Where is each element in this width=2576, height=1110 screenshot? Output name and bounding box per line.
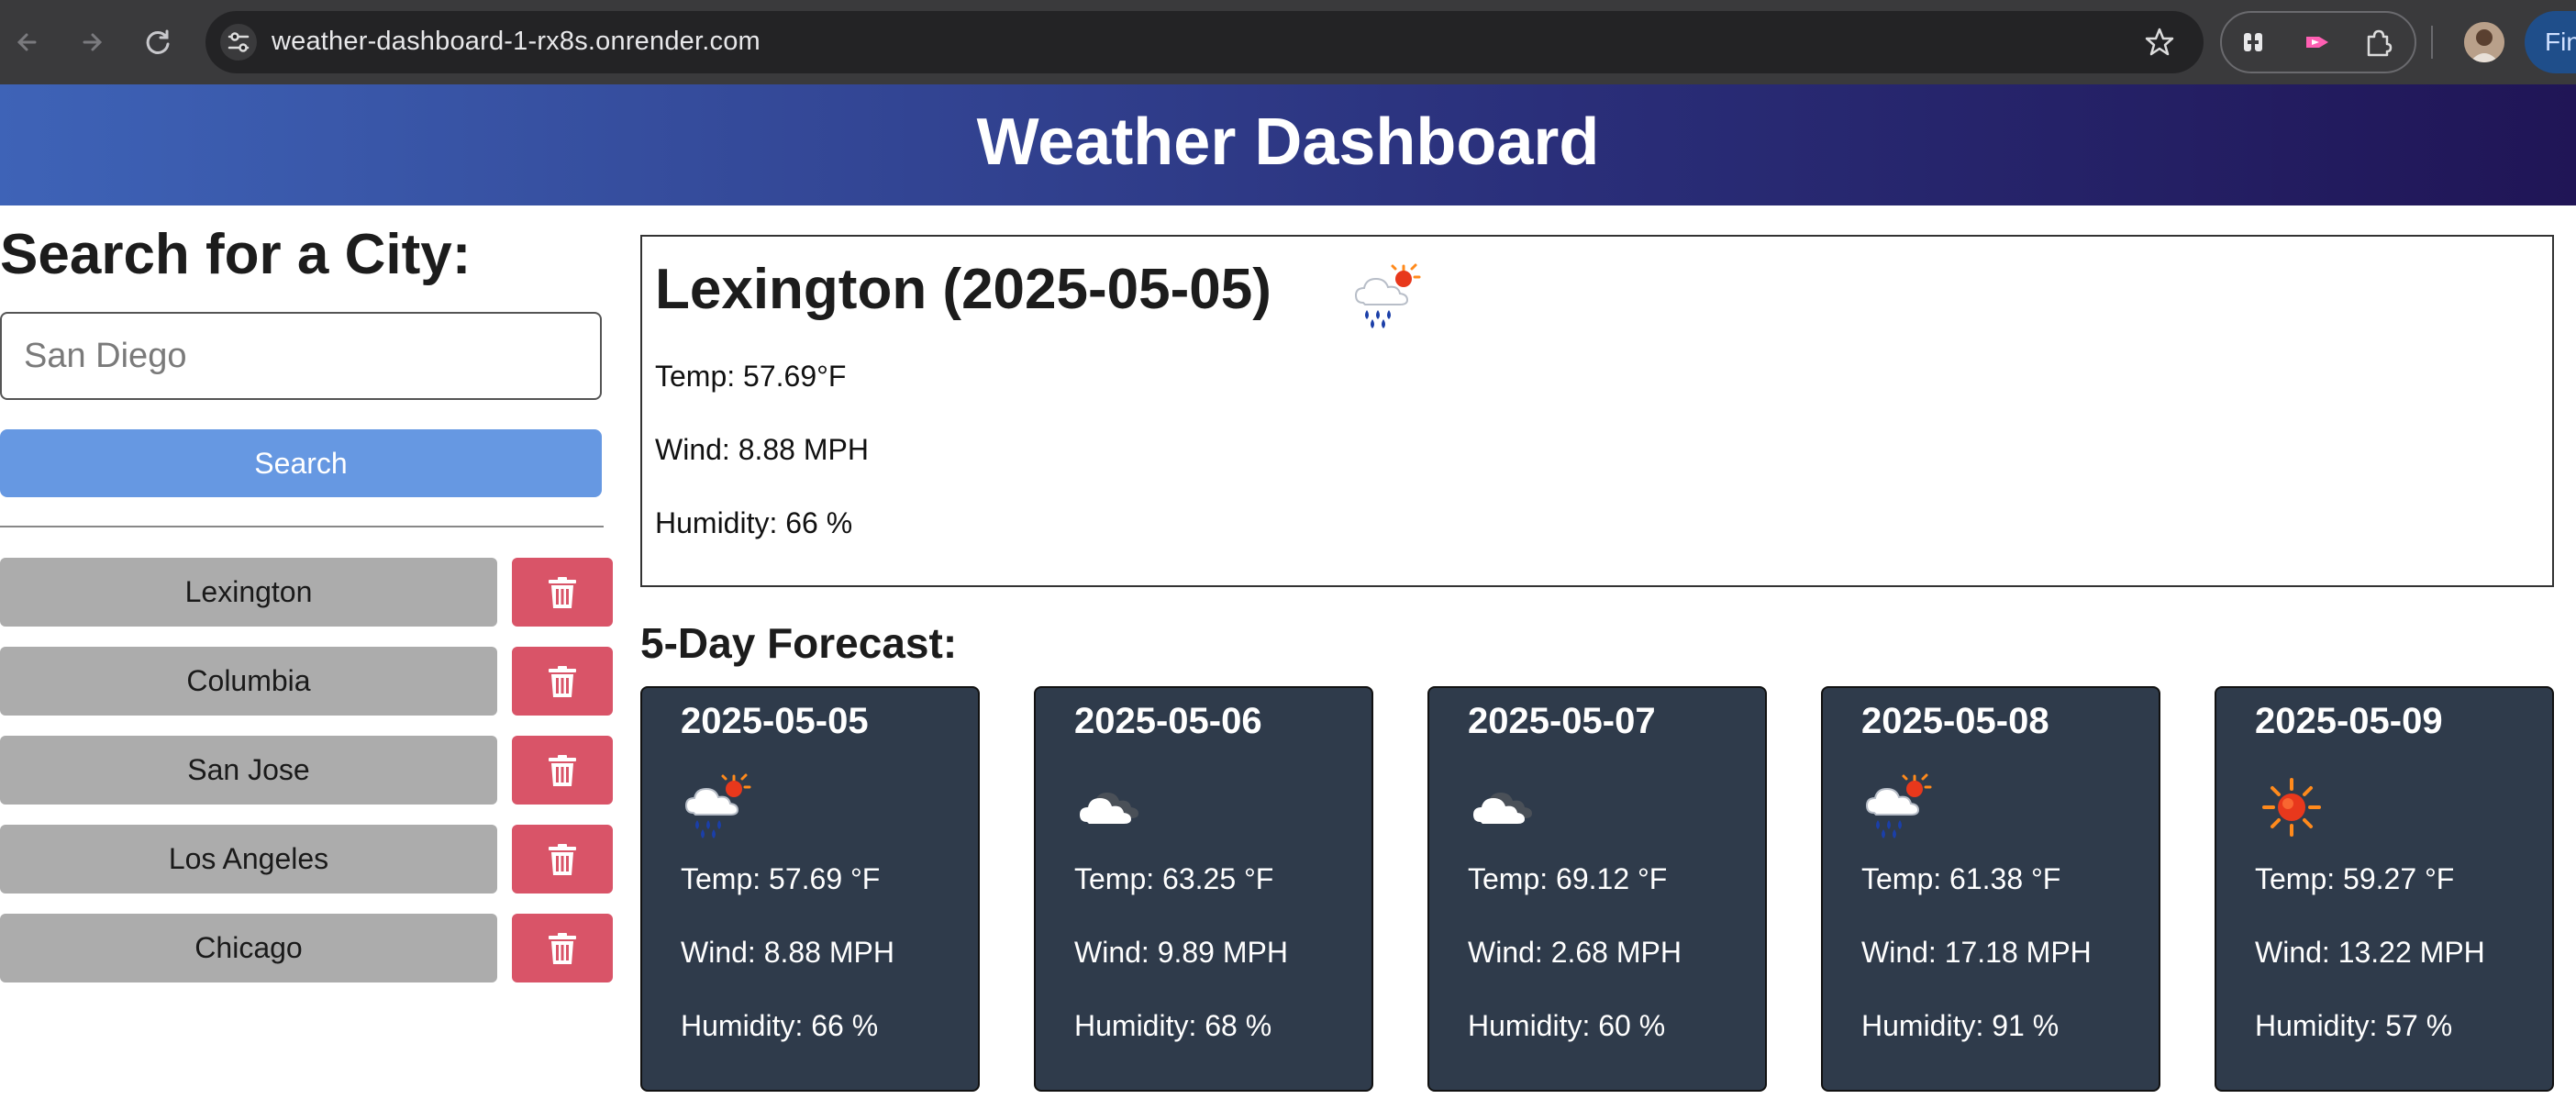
forecast-card: 2025-05-09 Temp: 59.27 °F Wind: 13.22 MP… xyxy=(2215,686,2554,1092)
history-item: Lexington xyxy=(0,558,613,647)
forecast-card: 2025-05-08 Temp: 61.38 °F Wind: 17.18 MP… xyxy=(1821,686,2160,1092)
trash-icon xyxy=(549,666,576,697)
reload-icon[interactable] xyxy=(139,24,176,61)
forecast-humidity: Humidity: 60 % xyxy=(1468,1009,1666,1042)
forecast-temp: Temp: 69.12 °F xyxy=(1468,862,1668,895)
trash-icon xyxy=(549,577,576,608)
sun-icon xyxy=(2255,771,2328,844)
search-history-list: Lexington Columbia San Jose Los Angeles … xyxy=(0,558,613,1003)
history-city-button[interactable]: Los Angeles xyxy=(0,825,497,894)
forecast-card: 2025-05-07 Temp: 69.12 °F Wind: 2.68 MPH… xyxy=(1427,686,1767,1092)
forward-arrow-icon[interactable] xyxy=(73,24,110,61)
search-button[interactable]: Search xyxy=(0,429,602,497)
history-city-button[interactable]: Chicago xyxy=(0,914,497,982)
forecast-date: 2025-05-06 xyxy=(1074,701,1262,741)
forecast-date: 2025-05-08 xyxy=(1861,701,2049,741)
forecast-humidity: Humidity: 66 % xyxy=(681,1009,879,1042)
history-item: Chicago xyxy=(0,914,613,1003)
address-bar[interactable]: weather-dashboard-1-rx8s.onrender.com xyxy=(205,11,2204,73)
delete-button[interactable] xyxy=(512,825,613,894)
forecast-humidity: Humidity: 57 % xyxy=(2255,1009,2453,1042)
extensions-group xyxy=(2220,11,2416,73)
history-city-button[interactable]: Columbia xyxy=(0,647,497,716)
delete-button[interactable] xyxy=(512,558,613,627)
history-item: Columbia xyxy=(0,647,613,736)
current-weather-panel: Lexington (2025-05-05) Temp: 57.69°F Win… xyxy=(640,235,2554,587)
app-header: Weather Dashboard xyxy=(0,84,2576,205)
forecast-humidity: Humidity: 68 % xyxy=(1074,1009,1272,1042)
current-temp: Temp: 57.69°F xyxy=(655,360,847,393)
trash-icon xyxy=(549,844,576,875)
rain-sun-icon xyxy=(681,771,754,844)
forecast-card: 2025-05-06 Temp: 63.25 °F Wind: 9.89 MPH… xyxy=(1034,686,1373,1092)
extensions-puzzle-icon[interactable] xyxy=(2359,24,2396,61)
avatar[interactable] xyxy=(2464,22,2504,62)
history-city-button[interactable]: San Jose xyxy=(0,736,497,805)
search-title: Search for a City: xyxy=(0,223,472,286)
forecast-temp: Temp: 57.69 °F xyxy=(681,862,881,895)
forecast-date: 2025-05-05 xyxy=(681,701,869,741)
history-item: San Jose xyxy=(0,736,613,825)
current-humidity: Humidity: 66 % xyxy=(655,506,853,539)
history-item: Los Angeles xyxy=(0,825,613,914)
bookmark-star-icon[interactable] xyxy=(2141,24,2178,61)
toolbar-separator xyxy=(2431,26,2433,59)
forecast-wind: Wind: 8.88 MPH xyxy=(681,936,894,969)
forecast-wind: Wind: 17.18 MPH xyxy=(1861,936,2092,969)
forecast-temp: Temp: 59.27 °F xyxy=(2255,862,2455,895)
extension-arrow-icon[interactable] xyxy=(2299,24,2336,61)
url-text[interactable]: weather-dashboard-1-rx8s.onrender.com xyxy=(272,27,761,57)
trash-icon xyxy=(549,933,576,964)
delete-button[interactable] xyxy=(512,914,613,982)
forecast-humidity: Humidity: 91 % xyxy=(1861,1009,2060,1042)
forecast-date: 2025-05-09 xyxy=(2255,701,2443,741)
cloud-icon xyxy=(1468,771,1541,844)
current-weather-title: Lexington (2025-05-05) xyxy=(655,258,1271,321)
trash-icon xyxy=(549,755,576,786)
forecast-wind: Wind: 9.89 MPH xyxy=(1074,936,1288,969)
delete-button[interactable] xyxy=(512,736,613,805)
back-arrow-icon[interactable] xyxy=(9,24,46,61)
city-search-input[interactable] xyxy=(0,312,602,400)
forecast-date: 2025-05-07 xyxy=(1468,701,1656,741)
extension-icon[interactable] xyxy=(2235,24,2271,61)
history-city-button[interactable]: Lexington xyxy=(0,558,497,627)
rain-sun-icon xyxy=(1350,261,1424,334)
divider xyxy=(0,526,604,527)
forecast-wind: Wind: 13.22 MPH xyxy=(2255,936,2485,969)
profile-button[interactable]: Fin xyxy=(2525,11,2576,73)
rain-sun-icon xyxy=(1861,771,1935,844)
forecast-cards: 2025-05-05 Temp: 57.69 °F Wind: 8.88 MPH… xyxy=(640,686,2554,1092)
delete-button[interactable] xyxy=(512,647,613,716)
cloud-icon xyxy=(1074,771,1148,844)
forecast-temp: Temp: 61.38 °F xyxy=(1861,862,2061,895)
forecast-temp: Temp: 63.25 °F xyxy=(1074,862,1274,895)
browser-toolbar: weather-dashboard-1-rx8s.onrender.com Fi… xyxy=(0,0,2576,84)
current-wind: Wind: 8.88 MPH xyxy=(655,433,869,466)
forecast-title: 5-Day Forecast: xyxy=(640,619,958,667)
site-settings-icon[interactable] xyxy=(220,24,257,61)
forecast-card: 2025-05-05 Temp: 57.69 °F Wind: 8.88 MPH… xyxy=(640,686,980,1092)
profile-label: Fin xyxy=(2545,28,2576,56)
page-title: Weather Dashboard xyxy=(976,105,1600,179)
forecast-wind: Wind: 2.68 MPH xyxy=(1468,936,1682,969)
